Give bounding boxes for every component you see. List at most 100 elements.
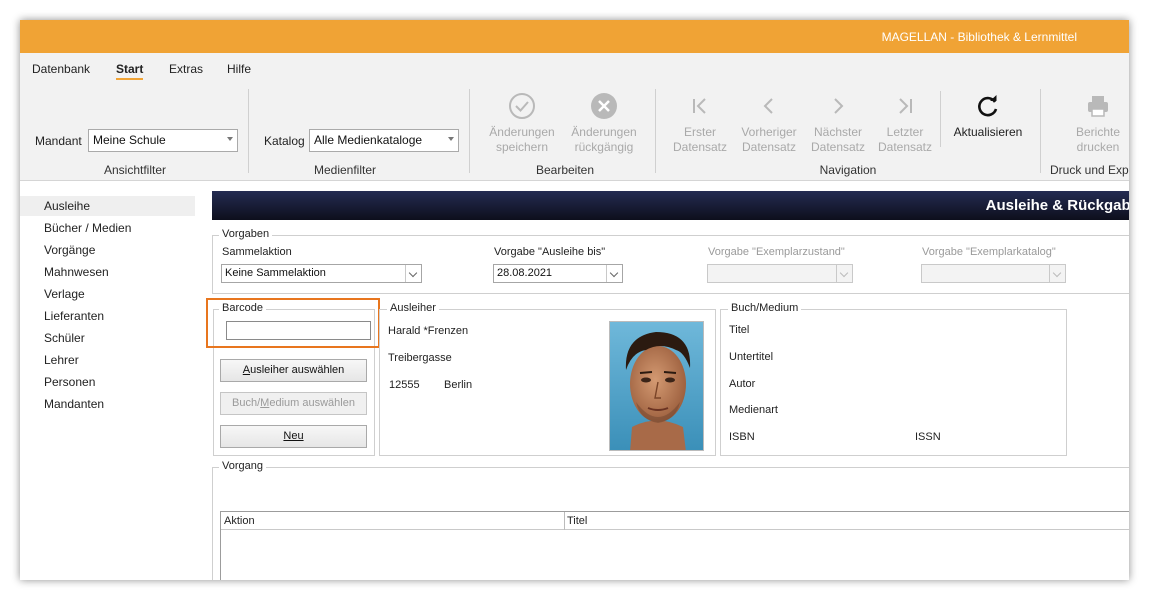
group-label-ansichtfilter: Ansichtfilter [103, 163, 167, 177]
first-record-icon [693, 98, 706, 114]
mandant-select[interactable]: Meine Schule [88, 129, 238, 152]
barcode-legend: Barcode [219, 302, 266, 314]
katalog-select[interactable]: Alle Medienkataloge [309, 129, 459, 152]
ribbon-separator [940, 91, 941, 147]
sidebar-item-personen[interactable]: Personen [20, 372, 195, 392]
table-header: Aktion Titel [221, 512, 1129, 530]
menu-bar: Datenbank Start Extras Hilfe [20, 53, 1129, 81]
undo-label-2: rückgängig [574, 140, 634, 154]
medium-legend: Buch/Medium [728, 302, 802, 314]
ausleihe-bis-value: 28.08.2021 [497, 267, 553, 279]
printer-icon [1088, 96, 1108, 117]
sidebar-item-schueler[interactable]: Schüler [20, 328, 195, 348]
select-borrower-button[interactable]: Ausleiher auswählen [220, 359, 367, 382]
last-label-2: Datensatz [877, 140, 933, 154]
print-reports-button[interactable]: Berichte drucken [1064, 91, 1129, 155]
sidebar: Ausleihe Bücher / Medien Vorgänge Mahnwe… [20, 182, 202, 580]
medium-subtitle-label: Untertitel [729, 351, 774, 363]
menu-tab-datenbank[interactable]: Datenbank [32, 62, 90, 76]
exemplarzustand-label: Vorgabe "Exemplarzustand" [708, 246, 845, 258]
exemplarzustand-select[interactable] [707, 264, 853, 283]
new-button[interactable]: Neu [220, 425, 367, 448]
medium-issn-label: ISSN [915, 431, 941, 443]
vorgaben-legend: Vorgaben [219, 228, 273, 240]
sidebar-item-mandanten[interactable]: Mandanten [20, 394, 195, 414]
last-label-1: Letzter [886, 125, 924, 139]
medium-type-label: Medienart [729, 404, 778, 416]
exemplarkatalog-label: Vorgabe "Exemplarkatalog" [922, 246, 1056, 258]
refresh-icon [978, 95, 998, 117]
next-record-button[interactable]: Nächster Datensatz [806, 91, 870, 155]
borrower-street: Treibergasse [388, 352, 452, 364]
sidebar-item-verlage[interactable]: Verlage [20, 284, 195, 304]
medium-author-label: Autor [729, 378, 756, 390]
close-circle-icon [591, 93, 617, 119]
chevron-down-icon[interactable] [606, 265, 622, 282]
menu-tab-start[interactable]: Start [116, 62, 144, 80]
katalog-label: Katalog [264, 134, 305, 148]
borrower-photo [609, 321, 704, 451]
content-header: Ausleihe & Rückgabe [212, 191, 1129, 220]
portrait-image [610, 322, 703, 450]
menu-tab-hilfe[interactable]: Hilfe [227, 62, 251, 76]
checkmark-circle-icon [509, 93, 535, 119]
menu-tab-extras[interactable]: Extras [169, 62, 203, 76]
borrower-city: Berlin [444, 379, 473, 391]
medium-isbn-label: ISBN [729, 431, 755, 443]
ribbon-separator [469, 89, 470, 173]
chevron-left-icon [763, 98, 773, 114]
group-label-navigation: Navigation [819, 163, 877, 177]
page-title: Ausleihe & Rückgabe [985, 197, 1129, 214]
refresh-label: Aktualisieren [953, 125, 1023, 139]
select-borrower-label: usleiher auswählen [250, 364, 345, 376]
save-changes-button[interactable]: Änderungen speichern [485, 91, 559, 155]
refresh-button[interactable]: Aktualisieren [949, 91, 1027, 140]
ribbon: Mandant Meine Schule Ansichtfilter Katal… [20, 81, 1129, 181]
borrower-name: Harald *Frenzen [388, 325, 469, 337]
save-label-1: Änderungen [489, 125, 555, 139]
ausleihe-bis-date[interactable]: 28.08.2021 [493, 264, 623, 283]
group-label-medienfilter: Medienfilter [313, 163, 377, 177]
sidebar-item-ausleihe[interactable]: Ausleihe [20, 196, 195, 216]
first-label-1: Erster [683, 125, 716, 139]
ausleiher-legend: Ausleiher [387, 302, 439, 314]
mandant-label: Mandant [35, 134, 82, 148]
column-divider[interactable] [564, 512, 565, 530]
sidebar-item-lehrer[interactable]: Lehrer [20, 350, 195, 370]
app-window: MAGELLAN - Bibliothek & Lernmittel Daten… [20, 20, 1129, 580]
column-header-aktion[interactable]: Aktion [224, 515, 255, 527]
sammelaktion-select[interactable]: Keine Sammelaktion [221, 264, 422, 283]
column-header-titel[interactable]: Titel [567, 515, 587, 527]
sidebar-item-vorgaenge[interactable]: Vorgänge [20, 240, 195, 260]
previous-record-button[interactable]: Vorheriger Datensatz [736, 91, 802, 155]
select-borrower-mnemonic: A [242, 364, 251, 376]
chevron-down-icon [1049, 265, 1065, 282]
last-record-button[interactable]: Letzter Datensatz [875, 91, 935, 155]
last-record-icon [899, 98, 912, 114]
reports-label-2: drucken [1076, 140, 1120, 154]
sammelaktion-value: Keine Sammelaktion [225, 267, 326, 279]
group-label-bearbeiten: Bearbeiten [535, 163, 595, 177]
reports-label-1: Berichte [1075, 125, 1121, 139]
barcode-input[interactable] [226, 321, 371, 340]
borrower-zip: 12555 [389, 379, 420, 391]
medium-title-label: Titel [729, 324, 750, 336]
sidebar-item-buecher-medien[interactable]: Bücher / Medien [20, 218, 195, 238]
ausleihe-bis-label: Vorgabe "Ausleihe bis" [494, 246, 606, 258]
window-title: MAGELLAN - Bibliothek & Lernmittel [881, 30, 1077, 44]
exemplarkatalog-select[interactable] [921, 264, 1066, 283]
mandant-value: Meine Schule [93, 133, 166, 147]
chevron-down-icon[interactable] [405, 265, 421, 282]
chevron-down-icon [836, 265, 852, 282]
undo-changes-button[interactable]: Änderungen rückgängig [566, 91, 642, 155]
next-label-2: Datensatz [810, 140, 866, 154]
first-record-button[interactable]: Erster Datensatz [668, 91, 732, 155]
sidebar-item-mahnwesen[interactable]: Mahnwesen [20, 262, 195, 282]
vorgang-legend: Vorgang [219, 460, 266, 472]
new-label: Neu [283, 430, 304, 442]
undo-label-1: Änderungen [571, 125, 637, 139]
vorgang-table[interactable]: Aktion Titel [220, 511, 1129, 580]
sidebar-item-lieferanten[interactable]: Lieferanten [20, 306, 195, 326]
select-medium-button[interactable]: Buch/Medium auswählen [220, 392, 367, 415]
ribbon-separator [655, 89, 656, 173]
